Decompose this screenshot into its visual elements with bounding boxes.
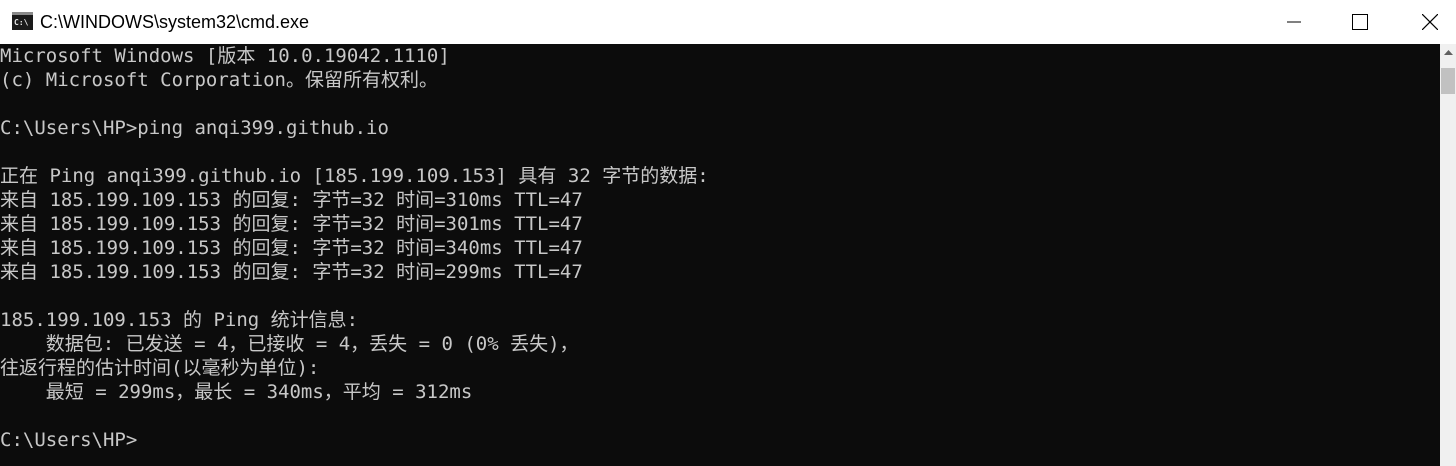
console-line: 185.199.109.153 的 Ping 统计信息:: [0, 309, 359, 331]
console-line: 来自 185.199.109.153 的回复: 字节=32 时间=310ms T…: [0, 189, 583, 211]
minimize-button[interactable]: [1258, 0, 1330, 44]
scroll-up-button[interactable]: [1440, 44, 1456, 61]
vertical-scrollbar[interactable]: [1440, 44, 1456, 466]
maximize-icon: [1352, 14, 1368, 30]
console-line: 数据包: 已发送 = 4，已接收 = 4，丢失 = 0 (0% 丢失)，: [0, 333, 579, 355]
console-line: 来自 185.199.109.153 的回复: 字节=32 时间=301ms T…: [0, 213, 583, 235]
console-line: 来自 185.199.109.153 的回复: 字节=32 时间=340ms T…: [0, 237, 583, 259]
console-line: C:\Users\HP>ping anqi399.github.io: [0, 117, 389, 139]
scroll-up-icon: [1443, 50, 1453, 55]
console-line: 最短 = 299ms，最长 = 340ms，平均 = 312ms: [0, 381, 473, 403]
cmd-icon[interactable]: C:\: [12, 12, 33, 30]
close-icon: [1422, 14, 1438, 30]
window-title: C:\WINDOWS\system32\cmd.exe: [40, 12, 310, 32]
title-bar[interactable]: C:\ C:\WINDOWS\system32\cmd.exe: [0, 0, 1456, 44]
cmd-window: C:\ C:\WINDOWS\system32\cmd.exe Microsof…: [0, 0, 1456, 466]
console-prompt-line[interactable]: C:\Users\HP>: [0, 428, 1440, 452]
minimize-icon: [1287, 21, 1301, 23]
scroll-thumb[interactable]: [1441, 68, 1455, 94]
console-line: 正在 Ping anqi399.github.io [185.199.109.1…: [0, 165, 709, 187]
close-button[interactable]: [1394, 0, 1456, 44]
console-line: 往返行程的估计时间(以毫秒为单位):: [0, 357, 320, 379]
cmd-icon-label: C:\: [14, 17, 29, 27]
console-line: 来自 185.199.109.153 的回复: 字节=32 时间=299ms T…: [0, 261, 583, 283]
console-output[interactable]: Microsoft Windows [版本 10.0.19042.1110] (…: [0, 44, 1440, 466]
maximize-button[interactable]: [1324, 0, 1396, 44]
console-line: Microsoft Windows [版本 10.0.19042.1110]: [0, 45, 450, 67]
console-line: (c) Microsoft Corporation。保留所有权利。: [0, 69, 438, 91]
